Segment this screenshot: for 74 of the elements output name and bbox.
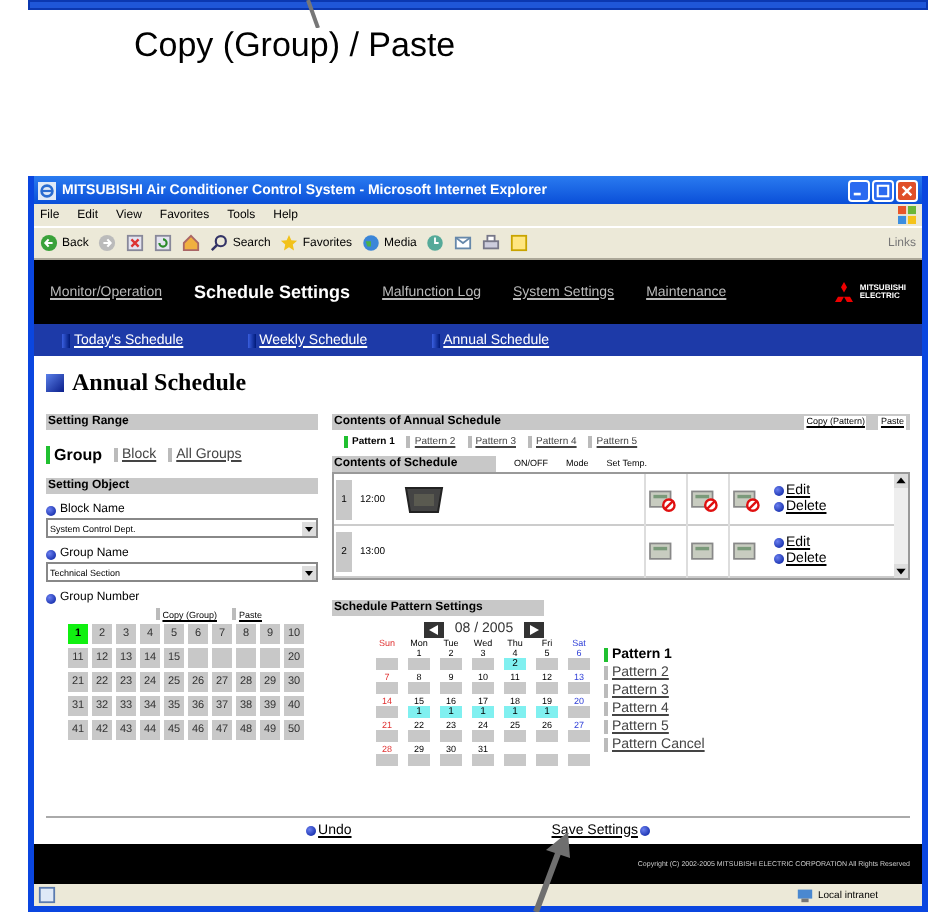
day-slot[interactable] (536, 682, 558, 694)
day-slot[interactable] (568, 730, 590, 742)
panel-prohibited-icon[interactable] (690, 487, 718, 511)
stop-icon[interactable] (126, 234, 145, 252)
day-slot[interactable] (376, 682, 398, 694)
close-button[interactable] (896, 179, 918, 201)
page-icon (38, 886, 56, 904)
indoor-unit-icon (404, 485, 444, 513)
day-slot (568, 754, 590, 766)
day-slot[interactable] (440, 730, 462, 742)
scroll-up-icon (894, 474, 908, 488)
print-icon[interactable] (482, 234, 501, 252)
square-icon (46, 373, 64, 391)
day-slot[interactable] (536, 730, 558, 742)
leader-line (306, 0, 320, 28)
day-slot[interactable] (376, 730, 398, 742)
control-panel-icon[interactable] (690, 539, 718, 563)
day-slot[interactable] (440, 682, 462, 694)
day-slot (376, 658, 398, 670)
day-slot[interactable] (504, 730, 526, 742)
next-month-icon[interactable] (523, 621, 544, 637)
minimize-button[interactable] (848, 179, 870, 201)
panel-prohibited-icon[interactable] (732, 487, 760, 511)
control-panel-icon[interactable] (732, 539, 760, 563)
previous-month-icon[interactable] (424, 621, 445, 637)
windows-logo-icon (898, 206, 916, 224)
day-slot[interactable] (472, 730, 494, 742)
day-slot[interactable] (504, 682, 526, 694)
scroll-down-icon (894, 564, 908, 578)
dropdown-arrow-icon (302, 521, 316, 535)
range-option[interactable]: Group (46, 445, 102, 463)
day-slot[interactable] (536, 658, 558, 670)
mail-icon[interactable] (454, 234, 473, 252)
page-title: Annual Schedule (72, 367, 247, 397)
globe-icon (362, 234, 381, 252)
day-slot[interactable] (408, 658, 430, 670)
search-icon (210, 234, 229, 252)
panel-prohibited-icon[interactable] (648, 487, 676, 511)
day-slot[interactable] (408, 682, 430, 694)
browser-icon (38, 181, 56, 199)
maximize-icon (876, 183, 890, 197)
day-slot[interactable] (568, 706, 590, 718)
day-slot[interactable] (472, 682, 494, 694)
day-slot[interactable] (440, 658, 462, 670)
bullet-icon (46, 593, 56, 603)
day-slot[interactable] (472, 754, 494, 766)
day-slot (536, 754, 558, 766)
close-icon (900, 183, 914, 197)
bullet-icon (46, 505, 56, 515)
diamond-logo-icon (831, 282, 856, 302)
day-slot[interactable] (408, 754, 430, 766)
forward-arrow-icon[interactable] (98, 234, 117, 252)
day-slot[interactable] (568, 658, 590, 670)
back-arrow-icon (40, 234, 58, 252)
day-slot[interactable] (472, 658, 494, 670)
star-icon (280, 234, 299, 252)
day-slot[interactable] (376, 706, 398, 718)
day-slot (504, 754, 526, 766)
callout-caption: Copy (Group) / Paste (134, 26, 456, 64)
network-icon (796, 886, 814, 904)
scrollbar[interactable] (894, 474, 908, 578)
bullet-icon (46, 549, 56, 559)
home-icon[interactable] (182, 234, 201, 252)
maximize-button[interactable] (872, 179, 894, 201)
control-panel-icon[interactable] (648, 539, 676, 563)
refresh-icon[interactable] (154, 234, 173, 252)
day-slot[interactable] (568, 682, 590, 694)
day-slot[interactable] (408, 730, 430, 742)
dropdown-arrow-icon (302, 565, 316, 579)
day-slot[interactable] (440, 754, 462, 766)
day-slot[interactable] (376, 754, 398, 766)
note-icon[interactable] (510, 234, 529, 252)
history-icon[interactable] (426, 234, 445, 252)
nav-tab[interactable]: Schedule Settings (194, 282, 351, 302)
